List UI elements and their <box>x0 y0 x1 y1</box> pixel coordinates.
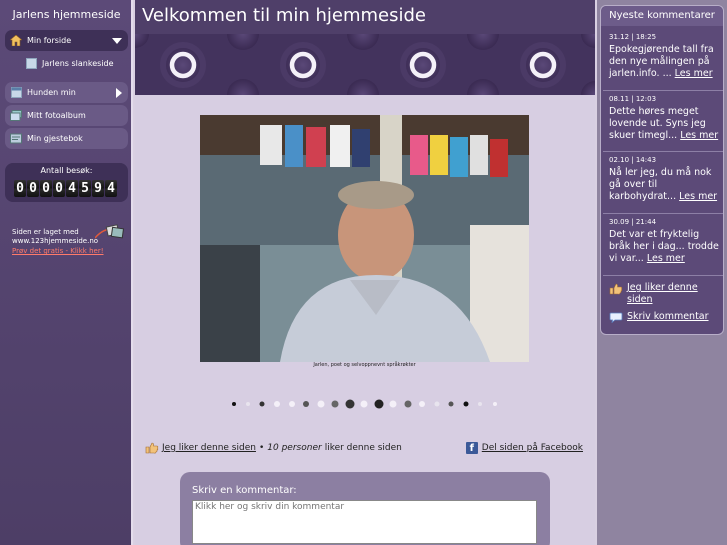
counter-digit: 0 <box>53 180 65 197</box>
site-title: Jarlens hjemmeside <box>12 8 121 21</box>
comment-form: Skriv en kommentar: <box>180 472 550 545</box>
counter-digit: 4 <box>66 180 78 197</box>
comment-item: 30.09 | 21:44 Det var et fryktelig bråk … <box>609 218 719 265</box>
promo-pictures-icon <box>95 224 125 239</box>
comment-text: Epokegjørende tall fra den nye målingen … <box>609 44 719 80</box>
counter-digit: 0 <box>40 180 52 197</box>
like-count: 10 personer <box>267 443 322 453</box>
visit-counter-digits: 0 0 0 0 4 5 9 4 <box>14 180 117 197</box>
divider <box>603 275 723 276</box>
chevron-right-icon[interactable] <box>116 88 122 98</box>
panel-like-action[interactable]: Jeg liker denne siden <box>609 282 723 306</box>
page-title: Velkommen til min hjemmeside <box>142 5 427 26</box>
made-with-line2: www.123hjemmeside.no <box>12 237 99 245</box>
nav-label: Min forside <box>27 36 72 45</box>
photo-image <box>200 115 529 362</box>
main-content: Velkommen til min hjemmeside Jarlen, poe… <box>135 0 595 545</box>
visit-counter-label: Antall besøk: <box>40 166 93 175</box>
comment-label: Skriv en kommentar: <box>192 485 297 496</box>
share-facebook-link[interactable]: Del siden på Facebook <box>482 443 583 453</box>
comment-item: 08.11 | 12:03 Dette høres meget lovende … <box>609 95 719 142</box>
like-count-suffix: liker denne siden <box>324 443 402 453</box>
comment-date: 30.09 | 21:44 <box>609 218 657 226</box>
thumbs-up-icon <box>609 283 623 295</box>
counter-digit: 4 <box>105 180 117 197</box>
like-page-link[interactable]: Jeg liker denne siden <box>162 443 256 453</box>
try-free-link[interactable]: Prøv det gratis - Klikk her! <box>12 247 104 255</box>
page-icon <box>26 57 37 69</box>
right-column: Nyeste kommentarer 31.12 | 18:25 Epokegj… <box>597 0 727 545</box>
chevron-down-icon[interactable] <box>112 38 122 44</box>
comment-input[interactable] <box>192 500 537 544</box>
circle-pattern-decoration <box>135 34 595 95</box>
read-more-link[interactable]: Les mer <box>675 68 713 79</box>
share-row[interactable]: f Del siden på Facebook <box>465 442 583 454</box>
photo-caption: Jarlen, poet og selvoppnevnt språkrøkter <box>313 362 416 368</box>
nav-item-mitt-fotoalbum[interactable]: Mitt fotoalbum <box>5 105 128 126</box>
home-icon <box>10 35 22 46</box>
divider <box>603 151 723 152</box>
made-with-line1: Siden er laget med <box>12 228 79 236</box>
main-photo[interactable] <box>200 115 529 362</box>
speech-bubble-icon <box>609 312 623 323</box>
page-header: Velkommen til min hjemmeside <box>135 0 595 34</box>
read-more-link[interactable]: Les mer <box>679 191 717 202</box>
comment-item: 31.12 | 18:25 Epokegjørende tall fra den… <box>609 33 719 80</box>
nav-item-hunden-min[interactable]: Hunden min <box>5 82 128 103</box>
panel-write-comment-link[interactable]: Skriv kommentar <box>627 311 709 323</box>
guestbook-icon <box>10 133 22 144</box>
like-bullet: • <box>258 443 265 453</box>
visit-counter: Antall besøk: 0 0 0 0 4 5 9 4 <box>5 163 128 202</box>
photo-album-icon <box>10 110 22 121</box>
nav-label: Min gjestebok <box>27 134 83 143</box>
comment-date: 31.12 | 18:25 <box>609 33 657 41</box>
counter-digit: 9 <box>92 180 104 197</box>
left-sidebar: Jarlens hjemmeside Min forside Jarlens s… <box>0 0 133 545</box>
read-more-link[interactable]: Les mer <box>680 130 718 141</box>
nav-item-min-gjestebok[interactable]: Min gjestebok <box>5 128 128 149</box>
nav-label: Mitt fotoalbum <box>27 111 86 120</box>
header-banner <box>135 34 595 95</box>
latest-comments-title: Nyeste kommentarer <box>601 6 723 26</box>
counter-digit: 5 <box>79 180 91 197</box>
like-row: Jeg liker denne siden • 10 personer like… <box>145 442 402 454</box>
panel-comment-action[interactable]: Skriv kommentar <box>609 311 709 323</box>
divider <box>603 90 723 91</box>
panel-like-link[interactable]: Jeg liker denne siden <box>627 282 723 306</box>
made-with-text: Siden er laget med www.123hjemmeside.no <box>12 228 98 246</box>
slideshow-dots[interactable] <box>135 397 595 411</box>
nav-sub-jarlens-slankeside[interactable]: Jarlens slankeside <box>26 53 128 73</box>
latest-comments-panel: Nyeste kommentarer 31.12 | 18:25 Epokegj… <box>600 5 724 335</box>
read-more-link[interactable]: Les mer <box>647 253 685 264</box>
nav-item-min-forside[interactable]: Min forside <box>5 30 128 51</box>
divider <box>603 213 723 214</box>
comment-text: Dette høres meget lovende ut. Syns jeg s… <box>609 106 719 142</box>
counter-digit: 0 <box>27 180 39 197</box>
page-icon <box>10 87 22 98</box>
nav-label: Hunden min <box>27 88 76 97</box>
thumbs-up-icon <box>145 442 159 454</box>
comment-text: Det var et fryktelig bråk her i dag... t… <box>609 229 719 265</box>
comment-date: 08.11 | 12:03 <box>609 95 657 103</box>
nav-label: Jarlens slankeside <box>42 58 114 68</box>
comment-date: 02.10 | 14:43 <box>609 156 657 164</box>
facebook-icon: f <box>465 442 478 454</box>
counter-digit: 0 <box>14 180 26 197</box>
comment-item: 02.10 | 14:43 Nå ler jeg, du må nok gå o… <box>609 156 719 203</box>
comment-text: Nå ler jeg, du må nok gå over til karboh… <box>609 167 719 203</box>
